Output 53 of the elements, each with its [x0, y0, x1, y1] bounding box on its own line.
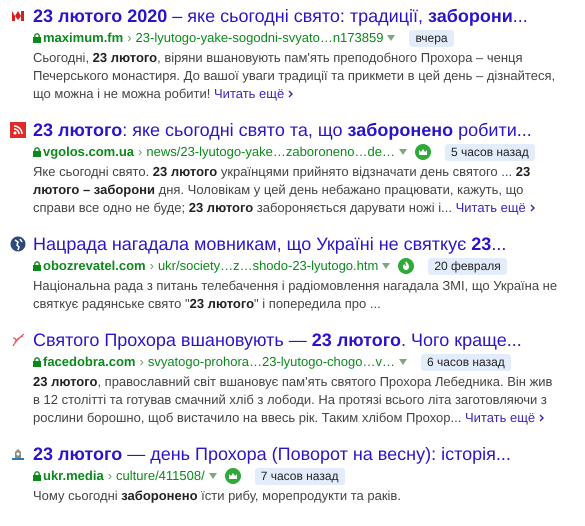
dropdown-caret-icon[interactable] [387, 35, 396, 41]
dropdown-caret-icon[interactable] [208, 473, 217, 479]
result-snippet: Яке сьогодні свято. 23 лютого українцями прийнято відзначати день святого ... 23 лютого – заборони дня. Чоловікам у цей день небажано працювати, кажуть, що справи все одно не буде; 23 лютого забороняється дарувати ножі і... Читать ещё [33, 163, 561, 217]
dropdown-caret-icon[interactable] [398, 149, 407, 155]
rss-icon [10, 122, 26, 138]
read-more-link[interactable]: Читать ещё [456, 199, 535, 217]
lock-icon [33, 357, 41, 367]
flame-icon [398, 258, 414, 274]
crown-icon [224, 468, 241, 484]
url-path-link[interactable]: ukr/society…z…shodo-23-lyutogo.htm [158, 256, 378, 276]
breadcrumb-separator: › [138, 143, 142, 161]
url-path-link[interactable]: news/23-lyutogo-yake…zaboroneno…de… [146, 142, 395, 162]
result-title-link[interactable]: 23 лютого — день Прохора (Поворот на весну): історія... [33, 443, 561, 465]
lock-icon [33, 147, 41, 157]
result-title-link[interactable]: Святого Прохора вшановують — 23 лютого. Чого краще... [33, 329, 561, 351]
result-snippet: Національна рада з питань телебачення і радіомовлення нагадала ЗМІ, що Україна не святкує радянське свято "23 лютого" і попередила про ... [33, 277, 558, 313]
globe-icon [10, 236, 26, 252]
site-domain-link[interactable]: obozrevatel.com [43, 256, 146, 276]
time-badge: 7 часов назад [254, 468, 345, 484]
result-title-link[interactable]: 23 лютого 2020 – яке сьогодні свято: традиції, заборони... [33, 5, 561, 27]
lock-icon [33, 261, 41, 271]
breadcrumb-separator: › [108, 467, 112, 485]
site-logo-icon [10, 8, 26, 24]
url-path-link[interactable]: 23-lyutogo-yake-sogodni-svyato…n173859 [136, 28, 384, 48]
time-badge: 5 часов назад [444, 144, 535, 160]
time-badge: 6 часов назад [420, 354, 511, 370]
crown-icon [414, 144, 431, 160]
dropdown-caret-icon[interactable] [382, 263, 390, 269]
site-domain-link[interactable]: ukr.media [43, 466, 104, 486]
time-badge: вчера [409, 30, 454, 46]
lock-icon [33, 33, 41, 43]
read-more-link[interactable]: Читать ещё [464, 409, 544, 427]
url-path-link[interactable]: culture/411508/ [116, 466, 205, 486]
result-snippet: Сьогодні, 23 лютого, віряни вшановують пам'ять преподобного Прохора – ченця Печерського монастиря. До вашої уваги традиції та прикмети в цей день – дізнайтеся, що можна і не можна робити! Читать ещё [33, 49, 556, 103]
read-more-link[interactable]: Читать ещё [214, 85, 294, 103]
result-snippet: 23 лютого, православний світ вшановує пам'ять святого Прохора Лебедника. Він жив в 12 столітті та готував смачний хліб з лободи. На протязі всього літа заготовляючи з рослини борошно, щоб вистачило на ввесь рік. Таким хлібом Прохор... Читать ещё [33, 373, 554, 427]
breadcrumb-separator: › [139, 353, 144, 371]
dropdown-caret-icon[interactable] [398, 359, 407, 365]
result-title-link[interactable]: 23 лютого: яке сьогодні свято та, що заборонено робити... [33, 119, 561, 141]
time-badge: 20 февраля [428, 258, 507, 274]
lock-icon [33, 471, 41, 481]
chevron-right-icon [539, 414, 544, 422]
site-domain-link[interactable]: facedobra.com [43, 352, 136, 372]
url-path-link[interactable]: svyatogo-prohora…23-lyutogo-chogo…v… [148, 352, 395, 372]
breadcrumb-separator: › [127, 29, 132, 47]
result-title-link[interactable]: Нацрада нагадала мовникам, що Україні не святкує 23... [33, 233, 561, 255]
result-snippet: Чому сьогодні заборонено їсти рибу, морепродукти та раків. [33, 487, 402, 505]
chevron-right-icon [530, 204, 535, 212]
site-domain-link[interactable]: vgolos.com.ua [43, 142, 134, 162]
site-logo-icon [10, 446, 26, 462]
breadcrumb-separator: › [150, 257, 154, 275]
chevron-right-icon [288, 90, 294, 98]
site-domain-link[interactable]: maximum.fm [43, 28, 124, 48]
